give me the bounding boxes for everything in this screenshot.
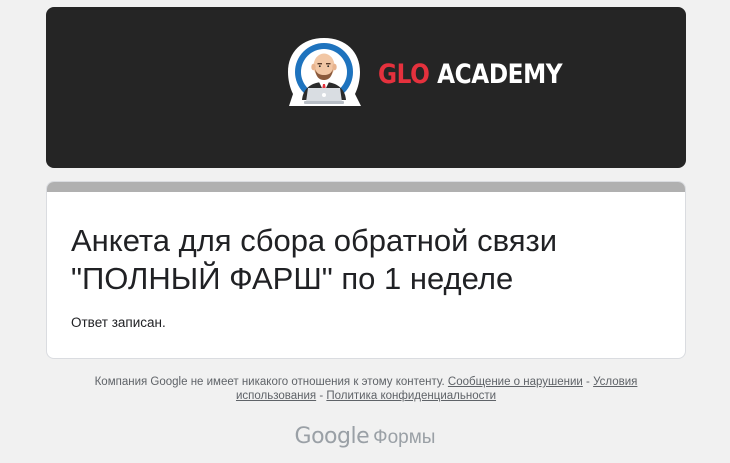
footer-disclaimer: Компания Google не имеет никакого отноше… (66, 375, 666, 403)
brand-academy: ACADEMY (437, 59, 563, 90)
glo-academy-logo-icon (284, 36, 364, 110)
footer-separator: - (316, 390, 327, 402)
response-recorded-message: Ответ записан. (71, 315, 166, 330)
card-accent-bar (47, 182, 685, 192)
disclaimer-text: Компания Google не имеет никакого отноше… (94, 376, 445, 388)
page: GLO ACADEMY Анкета для сбора обратной св… (0, 0, 730, 463)
form-title: Анкета для сбора обратной связи "ПОЛНЫЙ … (71, 223, 558, 296)
form-card: Анкета для сбора обратной связи "ПОЛНЫЙ … (46, 181, 686, 359)
google-forms-logo[interactable]: Google Формы (0, 424, 730, 449)
brand-glo: GLO (378, 59, 430, 90)
google-wordmark: Google (294, 424, 370, 449)
privacy-link[interactable]: Политика конфиденциальности (326, 390, 496, 402)
header-banner: GLO ACADEMY (46, 7, 686, 168)
report-abuse-link[interactable]: Сообщение о нарушении (448, 376, 583, 388)
footer-separator: - (582, 376, 594, 388)
brand-name: GLO ACADEMY (378, 59, 563, 90)
forms-wordmark: Формы (373, 427, 436, 448)
